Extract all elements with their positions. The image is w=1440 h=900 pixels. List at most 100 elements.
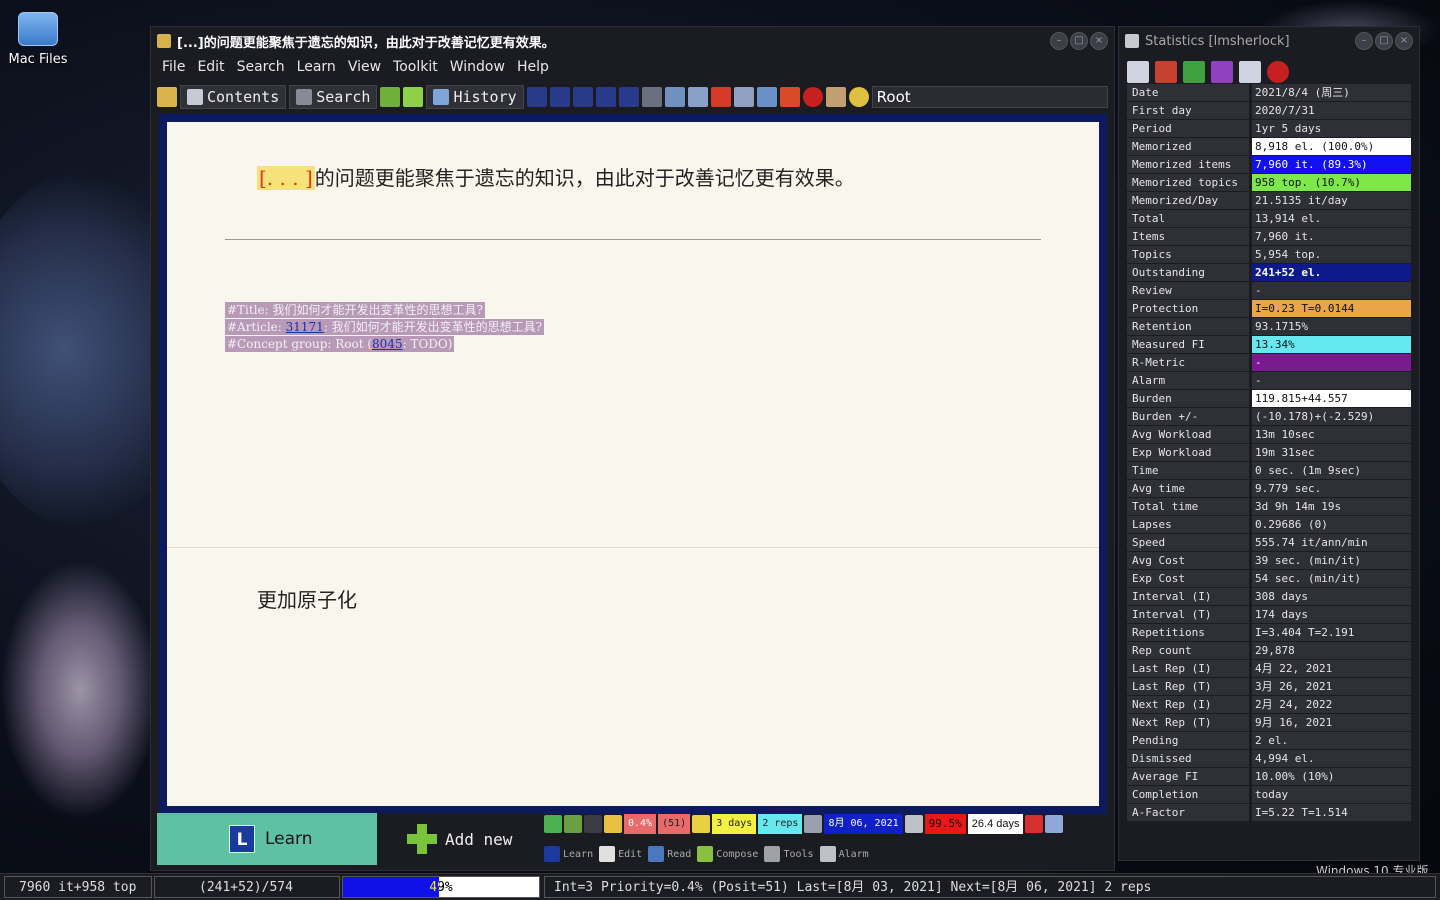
calendar-icon[interactable] [804,815,823,833]
minimize-icon[interactable]: – [1050,32,1068,50]
learn-button[interactable]: L Learn [157,813,377,865]
web-import-icon[interactable] [664,87,685,107]
globe-icon[interactable] [1183,61,1205,83]
sheet-icon[interactable] [1127,61,1149,83]
mode-compose[interactable]: Compose [697,846,758,862]
menu-search[interactable]: Search [237,59,285,75]
first-icon[interactable] [526,87,547,107]
close-icon[interactable]: × [1090,32,1108,50]
menu-file[interactable]: File [162,59,185,75]
statistics-window: Statistics [lmsherlock] – □ × Date 2021/8… [1118,26,1420,861]
delete-icon[interactable] [1025,815,1044,833]
calendar-icon[interactable] [1155,61,1177,83]
mode-alarm[interactable]: Alarm [819,846,869,862]
stats-row: Completion today [1127,786,1411,804]
prev-icon[interactable] [549,87,570,107]
mode-read[interactable]: Read [648,846,691,862]
calendar-icon[interactable] [904,815,923,833]
concept-link[interactable]: 8045 [372,337,403,351]
next-date-badge: 8月 06, 2021 [824,814,903,834]
search-button[interactable]: Search [289,85,378,109]
menu-toolkit[interactable]: Toolkit [393,59,438,75]
separator [225,239,1041,240]
stats-app-icon [1125,34,1139,48]
stats-value: 0.29686 (0) [1252,516,1411,533]
question-text[interactable]: [. . . ] 的问题更能聚焦于遗忘的知识，由此对于改善记忆更有效果。 [257,162,855,191]
graph-icon[interactable] [1211,61,1233,83]
topic-icon[interactable] [544,815,562,833]
last-icon[interactable] [618,87,639,107]
minimize-icon[interactable]: – [1355,32,1373,50]
stats-value: 119.815+44.557 [1252,390,1411,407]
main-titlebar[interactable]: [...]的问题更能聚焦于遗忘的知识，由此对于改善记忆更有效果。 – □ × [151,27,1114,55]
menu-help[interactable]: Help [517,59,549,75]
parent-icon[interactable] [572,87,593,107]
window-title: [...]的问题更能聚焦于遗忘的知识，由此对于改善记忆更有效果。 [177,35,555,51]
stats-value: 9.779 sec. [1252,480,1411,497]
maximize-icon[interactable]: □ [1070,32,1088,50]
ref-title: #Title: 我们如何才能开发出变革性的思想工具? [225,302,485,318]
forward-arrow-icon[interactable] [403,87,424,107]
next-icon[interactable] [595,87,616,107]
windows-icon[interactable] [779,87,800,107]
stats-key: Alarm [1127,372,1249,389]
stats-row: Next Rep (T) 9月 16, 2021 [1127,714,1411,732]
list-icon[interactable] [584,815,602,833]
stats-key: Date [1127,84,1249,101]
progress-bar: 49% [342,876,540,898]
mail-icon[interactable] [733,87,754,107]
stats-value: 1yr 5 days [1252,120,1411,137]
window-icon[interactable] [1045,815,1064,833]
book-icon[interactable] [687,87,708,107]
menu-learn[interactable]: Learn [297,59,336,75]
stats-value: (-10.178)+(-2.529) [1252,408,1411,425]
add-new-button[interactable]: Add new [377,813,542,865]
progress-label: 49% [429,880,453,895]
maximize-icon[interactable]: □ [1375,32,1393,50]
bulb-icon[interactable] [848,87,869,107]
stats-value: 2021/8/4 (周三) [1252,84,1411,101]
close-icon[interactable]: × [1395,32,1413,50]
help-icon[interactable] [1267,61,1289,83]
stats-row: Exp Workload 19m 31sec [1127,444,1411,462]
menu-edit[interactable]: Edit [197,59,224,75]
stats-key: Period [1127,120,1249,137]
document-icon[interactable] [1239,61,1261,83]
article-link[interactable]: 31171 [286,320,324,334]
bottom-status-bar: 7960 it+958 top (241+52)/574 49% Int=3 P… [0,873,1440,900]
stats-value: 39 sec. (min/it) [1252,552,1411,569]
stats-row: Alarm - [1127,372,1411,390]
mode-learn[interactable]: Learn [544,846,593,862]
stats-value: 2月 24, 2022 [1252,696,1411,713]
mode-tools[interactable]: Tools [764,846,814,862]
user-icon[interactable] [825,87,846,107]
stats-titlebar[interactable]: Statistics [lmsherlock] – □ × [1119,27,1419,55]
tasklist-icon[interactable] [756,87,777,107]
help-icon[interactable] [802,87,823,107]
element-icon[interactable] [157,87,177,107]
menu-window[interactable]: Window [450,59,505,75]
clipboard-icon[interactable] [564,815,582,833]
menu-view[interactable]: View [348,59,381,75]
desktop-icon-mac-files[interactable]: Mac Files [6,12,70,67]
learn-icon: L [229,825,255,853]
mode-edit[interactable]: Edit [599,846,642,862]
back-arrow-icon[interactable] [380,87,401,107]
priority-badge[interactable]: 0.4% [624,814,657,834]
stats-value: 10.00% (10%) [1252,768,1411,785]
stats-key: Last Rep (I) [1127,660,1249,677]
tools-mode-icon [764,846,781,862]
history-button[interactable]: History [426,85,524,109]
google-icon[interactable] [710,87,731,107]
stats-row: Burden 119.815+44.557 [1127,390,1411,408]
bulb-icon[interactable] [692,815,711,833]
contents-button[interactable]: Contents [180,85,287,109]
answer-text[interactable]: 更加原子化 [257,584,357,613]
stats-row: Pending 2 el. [1127,732,1411,750]
find-icon[interactable] [641,87,662,107]
note-icon[interactable] [604,815,622,833]
stats-key: Memorized [1127,138,1249,155]
stats-key: Dismissed [1127,750,1249,767]
stats-row: Interval (T) 174 days [1127,606,1411,624]
answer-divider [167,547,1099,548]
